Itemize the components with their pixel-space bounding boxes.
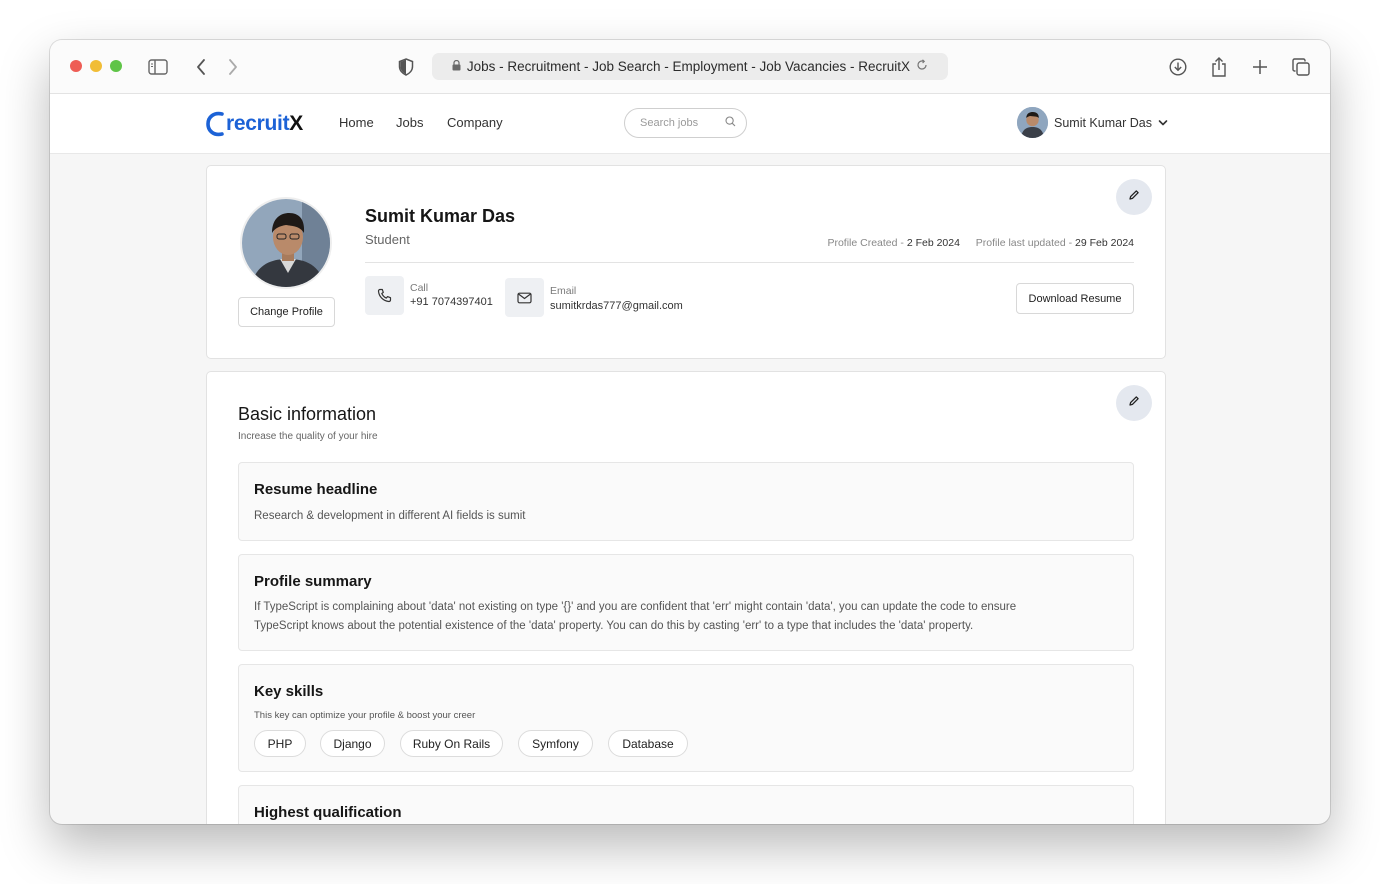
profile-summary-title: Profile summary	[254, 573, 372, 590]
browser-toolbar: Jobs - Recruitment - Job Search - Employ…	[50, 40, 1330, 94]
download-icon[interactable]	[1166, 55, 1190, 79]
download-resume-button[interactable]: Download Resume	[1016, 283, 1134, 314]
edit-profile-button[interactable]	[1116, 179, 1152, 215]
section-subtitle: Increase the quality of your hire	[238, 431, 378, 442]
created-label: Profile Created -	[827, 237, 907, 249]
logo-text: recruit	[226, 112, 290, 135]
change-profile-button[interactable]: Change Profile	[238, 297, 335, 327]
resume-headline-title: Resume headline	[254, 481, 378, 498]
created-value: 2 Feb 2024	[906, 237, 960, 249]
browser-window: Jobs - Recruitment - Job Search - Employ…	[50, 40, 1330, 824]
key-skills-title: Key skills	[254, 683, 324, 700]
logo-mark-icon	[206, 111, 224, 137]
user-name: Sumit Kumar Das	[1054, 115, 1152, 130]
edit-basic-info-button[interactable]	[1116, 385, 1152, 421]
phone-icon[interactable]	[365, 276, 404, 315]
profile-card: Change Profile Sumit Kumar Das Student P…	[206, 165, 1166, 359]
logo-x: X	[289, 112, 304, 135]
key-skills-subtitle: This key can optimize your profile & boo…	[254, 710, 476, 721]
profile-photo	[240, 197, 332, 289]
skill-chip[interactable]: PHP	[254, 730, 306, 757]
skill-chip[interactable]: Database	[608, 730, 688, 757]
profile-summary-line-2: TypeScript knows about the potential exi…	[254, 620, 974, 632]
lock-icon	[452, 59, 461, 74]
profile-role: Student	[365, 232, 410, 247]
email-icon[interactable]	[505, 278, 544, 317]
nav-home-link[interactable]: Home	[339, 115, 374, 130]
section-title: Basic information	[238, 404, 377, 424]
search-icon[interactable]	[725, 116, 736, 130]
skill-chip[interactable]: Django	[320, 730, 385, 757]
back-icon[interactable]	[189, 55, 213, 79]
updated-value: 29 Feb 2024	[1075, 237, 1134, 249]
forward-icon[interactable]	[221, 55, 245, 79]
profile-name: Sumit Kumar Das	[365, 206, 516, 226]
zoom-window-button[interactable]	[110, 60, 122, 72]
email-address[interactable]: sumitkrdas777@gmail.com	[550, 300, 683, 312]
basic-info-card: Basic information Increase the quality o…	[206, 371, 1166, 824]
privacy-shield-icon[interactable]	[394, 55, 418, 79]
user-menu[interactable]: Sumit Kumar Das	[1017, 107, 1168, 138]
profile-summary-line-1: If TypeScript is complaining about 'data…	[254, 601, 1017, 613]
skill-chip[interactable]: Ruby On Rails	[400, 730, 503, 757]
avatar	[1017, 107, 1048, 138]
divider	[365, 262, 1134, 263]
skill-chip[interactable]: Symfony	[518, 730, 593, 757]
pencil-icon	[1128, 394, 1140, 412]
profile-summary-section: Profile summary If TypeScript is complai…	[238, 554, 1134, 651]
address-bar[interactable]: Jobs - Recruitment - Job Search - Employ…	[432, 53, 948, 80]
minimize-window-button[interactable]	[90, 60, 102, 72]
phone-number[interactable]: +91 7074397401	[410, 296, 493, 308]
highest-qualification-title: Highest qualification	[254, 804, 402, 821]
search-placeholder: Search jobs	[640, 117, 699, 129]
close-window-button[interactable]	[70, 60, 82, 72]
reload-icon[interactable]	[916, 59, 928, 74]
share-icon[interactable]	[1207, 55, 1231, 79]
call-label: Call	[410, 282, 429, 294]
sidebar-toggle-icon[interactable]	[146, 55, 170, 79]
profile-dates: Profile Created - 2 Feb 2024 Profile las…	[827, 237, 1134, 249]
pencil-icon	[1128, 188, 1140, 206]
resume-headline-section: Resume headline Research & development i…	[238, 462, 1134, 541]
nav-company-link[interactable]: Company	[447, 115, 503, 130]
new-tab-icon[interactable]	[1248, 55, 1272, 79]
updated-label: Profile last updated -	[975, 237, 1076, 249]
nav-jobs-link[interactable]: Jobs	[396, 115, 423, 130]
search-input[interactable]: Search jobs	[624, 108, 747, 138]
recruitx-logo[interactable]: recruit X	[206, 108, 303, 140]
site-navbar: recruit X Home Jobs Company Search jobs …	[50, 94, 1330, 154]
highest-qualification-section: Highest qualification	[238, 785, 1134, 824]
page-url-title: Jobs - Recruitment - Job Search - Employ…	[466, 59, 911, 74]
chevron-down-icon[interactable]	[1158, 116, 1168, 130]
resume-headline-text: Research & development in different AI f…	[254, 510, 526, 522]
tab-overview-icon[interactable]	[1289, 55, 1313, 79]
email-label: Email	[550, 285, 577, 297]
key-skills-section: Key skills This key can optimize your pr…	[238, 664, 1134, 772]
